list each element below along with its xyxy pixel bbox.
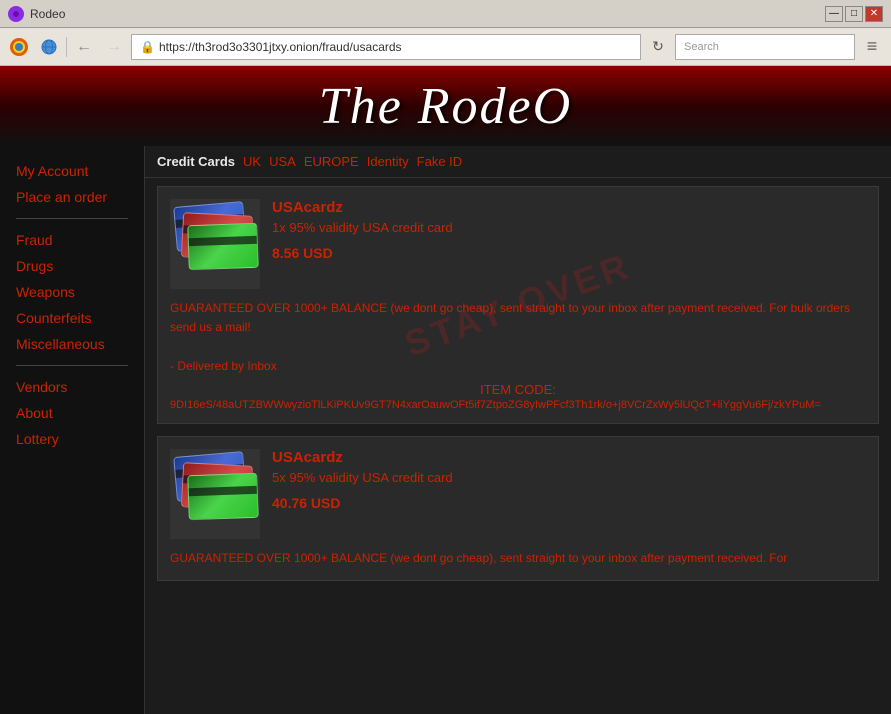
product-delivery-1: - Delivered by Inbox [170,359,277,373]
product-top-1: USAcardz 1x 95% validity USA credit card… [170,199,866,289]
sidebar: My Account Place an order Fraud Drugs We… [0,146,145,714]
browser-favicon [8,6,24,22]
product-desc-2: 5x 95% validity USA credit card [272,470,866,485]
browser-title: Rodeo [30,7,65,21]
product-info-2: USAcardz 5x 95% validity USA credit card… [272,449,866,539]
firefox-logo [6,34,32,60]
sidebar-item-weapons[interactable]: Weapons [0,279,144,305]
product-name-1: USAcardz [272,199,866,216]
site-header: The RodeO [0,66,891,146]
sidebar-item-place-order[interactable]: Place an order [0,184,144,210]
bookmarks-button[interactable] [36,34,62,60]
product-guarantee-2: GUARANTEED OVER 1000+ BALANCE (we dont g… [170,551,787,565]
sidebar-item-lottery[interactable]: Lottery [0,426,144,452]
product-image-1 [170,199,260,289]
back-button[interactable]: ← [71,34,97,60]
products-container: USAcardz 1x 95% validity USA credit card… [145,178,891,601]
product-name-2: USAcardz [272,449,866,466]
address-bar[interactable]: 🔒 https://th3rod3o3301jtxy.onion/fraud/u… [131,34,641,60]
tab-uk[interactable]: UK [243,154,261,169]
card-image-graphic-2 [170,449,260,539]
url-text: https://th3rod3o3301jtxy.onion/fraud/usa… [159,40,632,54]
menu-button[interactable]: ≡ [859,34,885,60]
tab-identity[interactable]: Identity [367,154,409,169]
content-area[interactable]: Credit Cards UK USA EUROPE Identity Fake… [145,146,891,714]
sidebar-item-counterfeits[interactable]: Counterfeits [0,305,144,331]
sidebar-item-about[interactable]: About [0,400,144,426]
tab-europe[interactable]: EUROPE [304,154,359,169]
product-desc-1: 1x 95% validity USA credit card [272,220,866,235]
product-body-1: GUARANTEED OVER 1000+ BALANCE (we dont g… [170,299,866,376]
card-image-graphic [170,199,260,289]
sidebar-item-miscellaneous[interactable]: Miscellaneous [0,331,144,357]
product-price-1: 8.56 USD [272,245,866,261]
product-card-1: USAcardz 1x 95% validity USA credit card… [157,186,879,424]
tabs-bar: Credit Cards UK USA EUROPE Identity Fake… [145,146,891,178]
tab-usa[interactable]: USA [269,154,296,169]
maximize-button[interactable]: □ [845,6,863,22]
titlebar-left: Rodeo [8,6,65,22]
product-body-2: GUARANTEED OVER 1000+ BALANCE (we dont g… [170,549,866,568]
tab-credit-cards[interactable]: Credit Cards [157,154,235,169]
sidebar-item-drugs[interactable]: Drugs [0,253,144,279]
product-top-2: USAcardz 5x 95% validity USA credit card… [170,449,866,539]
browser-titlebar: Rodeo — □ ✕ [0,0,891,28]
browser-toolbar: ← → 🔒 https://th3rod3o3301jtxy.onion/fra… [0,28,891,66]
sidebar-item-my-account[interactable]: My Account [0,158,144,184]
main-layout: My Account Place an order Fraud Drugs We… [0,146,891,714]
refresh-button[interactable]: ↻ [645,34,671,60]
search-box[interactable]: Search [675,34,855,60]
sidebar-divider-1 [16,218,128,219]
site-title-text: The RodeO [319,78,572,135]
sidebar-item-fraud[interactable]: Fraud [0,227,144,253]
lock-icon: 🔒 [140,40,155,54]
forward-button[interactable]: → [101,34,127,60]
product-card-2: USAcardz 5x 95% validity USA credit card… [157,436,879,581]
search-placeholder: Search [684,41,719,53]
sidebar-divider-2 [16,365,128,366]
product-price-2: 40.76 USD [272,495,866,511]
item-code-label-1: ITEM CODE: [170,382,866,397]
window-controls: — □ ✕ [825,6,883,22]
close-button[interactable]: ✕ [865,6,883,22]
product-image-2 [170,449,260,539]
site-title: The RodeO [319,77,572,136]
item-code-value-1: 9DI16eS/48aUTZBWWwyzioTlLKiPKUv9GT7N4xar… [170,399,866,411]
product-guarantee-1: GUARANTEED OVER 1000+ BALANCE (we dont g… [170,301,850,334]
tab-fake-id[interactable]: Fake ID [417,154,463,169]
product-info-1: USAcardz 1x 95% validity USA credit card… [272,199,866,289]
cc-card-green-2 [187,473,259,520]
cc-card-green [187,223,259,270]
sidebar-item-vendors[interactable]: Vendors [0,374,144,400]
minimize-button[interactable]: — [825,6,843,22]
